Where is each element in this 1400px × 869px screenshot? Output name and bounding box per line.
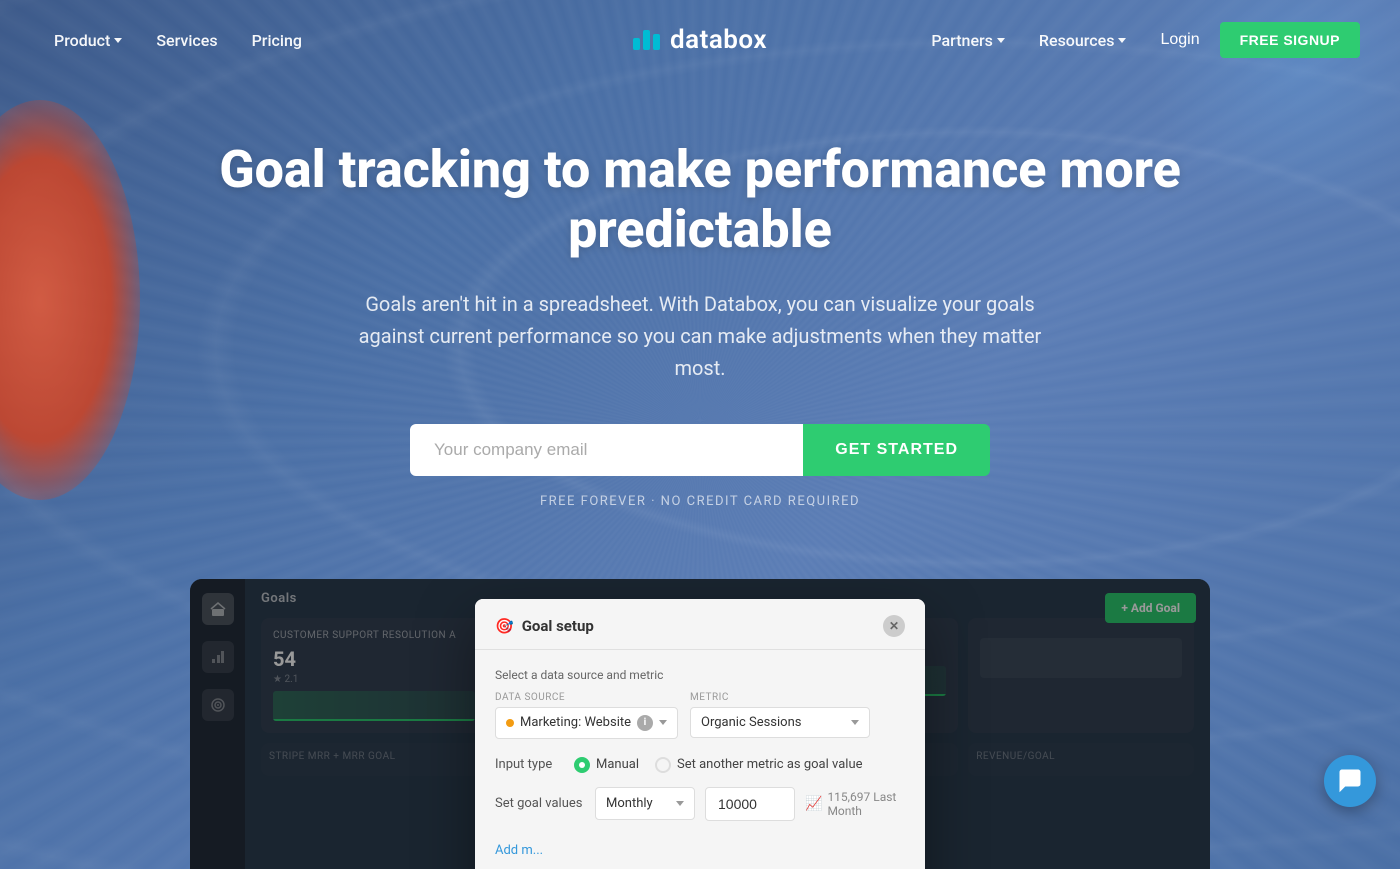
chevron-down-icon	[114, 38, 122, 43]
chat-icon	[1337, 768, 1363, 794]
goal-icon: 🎯	[495, 617, 514, 635]
radio-group: Manual Set another metric as goal value	[574, 757, 863, 773]
period-chevron-icon	[676, 801, 684, 806]
data-source-dot	[506, 719, 514, 727]
radio-set-another-circle	[655, 757, 671, 773]
period-selector[interactable]: Monthly	[595, 787, 695, 820]
hero-title: Goal tracking to make performance more p…	[150, 140, 1250, 260]
logo-bar-1	[633, 38, 640, 50]
nav-right: Partners Resources Login FREE SIGNUP	[917, 22, 1360, 58]
hero-form: GET STARTED	[410, 424, 990, 476]
hero-note: FREE FOREVER · NO CREDIT CARD REQUIRED	[40, 494, 1360, 509]
dashboard-preview: Goals Customer Support resolution A 54 ★…	[150, 579, 1250, 869]
logo-text: databox	[670, 25, 767, 55]
metric-label: Metric	[690, 692, 870, 703]
modal-close-button[interactable]: ✕	[883, 615, 905, 637]
goal-values-row: Set goal values Monthly 📈 115,697 Last M…	[495, 787, 905, 821]
nav-left: Product Services Pricing	[40, 23, 316, 58]
nav-item-resources[interactable]: Resources	[1025, 23, 1141, 58]
goal-number-input[interactable]	[705, 787, 795, 821]
info-icon: i	[637, 715, 653, 731]
input-type-label: Input type	[495, 757, 560, 772]
modal-selectors: Data Source Marketing: Website i Metric	[495, 692, 905, 739]
nav-item-partners[interactable]: Partners	[917, 23, 1019, 58]
modal-overlay: 🎯 Goal setup ✕ Select a data source and …	[190, 579, 1210, 869]
data-source-selector[interactable]: Marketing: Website i	[495, 707, 678, 739]
data-source-label: Data Source	[495, 692, 678, 703]
logo[interactable]: databox	[633, 25, 767, 55]
get-started-button[interactable]: GET STARTED	[803, 424, 990, 476]
input-type-row: Input type Manual Set another metric as	[495, 757, 905, 773]
modal-section-label: Select a data source and metric	[495, 668, 905, 682]
radio-manual[interactable]: Manual	[574, 757, 639, 773]
nav-item-product[interactable]: Product	[40, 23, 136, 58]
nav-item-services[interactable]: Services	[142, 23, 231, 58]
dashboard-container: Goals Customer Support resolution A 54 ★…	[190, 579, 1210, 869]
radio-manual-circle	[574, 757, 590, 773]
metric-group: Metric Organic Sessions	[690, 692, 870, 739]
chat-button[interactable]	[1324, 755, 1376, 807]
logo-bar-2	[643, 30, 650, 50]
email-input[interactable]	[410, 424, 803, 476]
trend-icon: 📈	[805, 796, 822, 812]
modal-header: 🎯 Goal setup ✕	[475, 599, 925, 650]
hero-section: Goal tracking to make performance more p…	[0, 80, 1400, 549]
signup-button[interactable]: FREE SIGNUP	[1220, 22, 1360, 58]
metric-selector[interactable]: Organic Sessions	[690, 707, 870, 738]
hero-subtitle: Goals aren't hit in a spreadsheet. With …	[340, 288, 1060, 384]
chevron-down-icon	[1118, 38, 1126, 43]
radio-set-another[interactable]: Set another metric as goal value	[655, 757, 863, 773]
logo-bar-3	[653, 34, 660, 50]
last-month-info: 📈 115,697 Last Month	[805, 790, 905, 818]
data-source-group: Data Source Marketing: Website i	[495, 692, 678, 739]
modal-body: Select a data source and metric Data Sou…	[475, 650, 925, 869]
data-source-chevron-icon	[659, 720, 667, 725]
login-button[interactable]: Login	[1146, 23, 1213, 57]
add-month-link[interactable]: Add m...	[495, 843, 543, 858]
logo-icon	[633, 30, 660, 50]
nav-item-pricing[interactable]: Pricing	[238, 23, 316, 58]
metric-chevron-icon	[851, 720, 859, 725]
goal-setup-modal: 🎯 Goal setup ✕ Select a data source and …	[475, 599, 925, 869]
chevron-down-icon	[997, 38, 1005, 43]
navbar: Product Services Pricing databox Partner…	[0, 0, 1400, 80]
goal-values-label: Set goal values	[495, 796, 585, 811]
modal-title: 🎯 Goal setup	[495, 617, 594, 635]
